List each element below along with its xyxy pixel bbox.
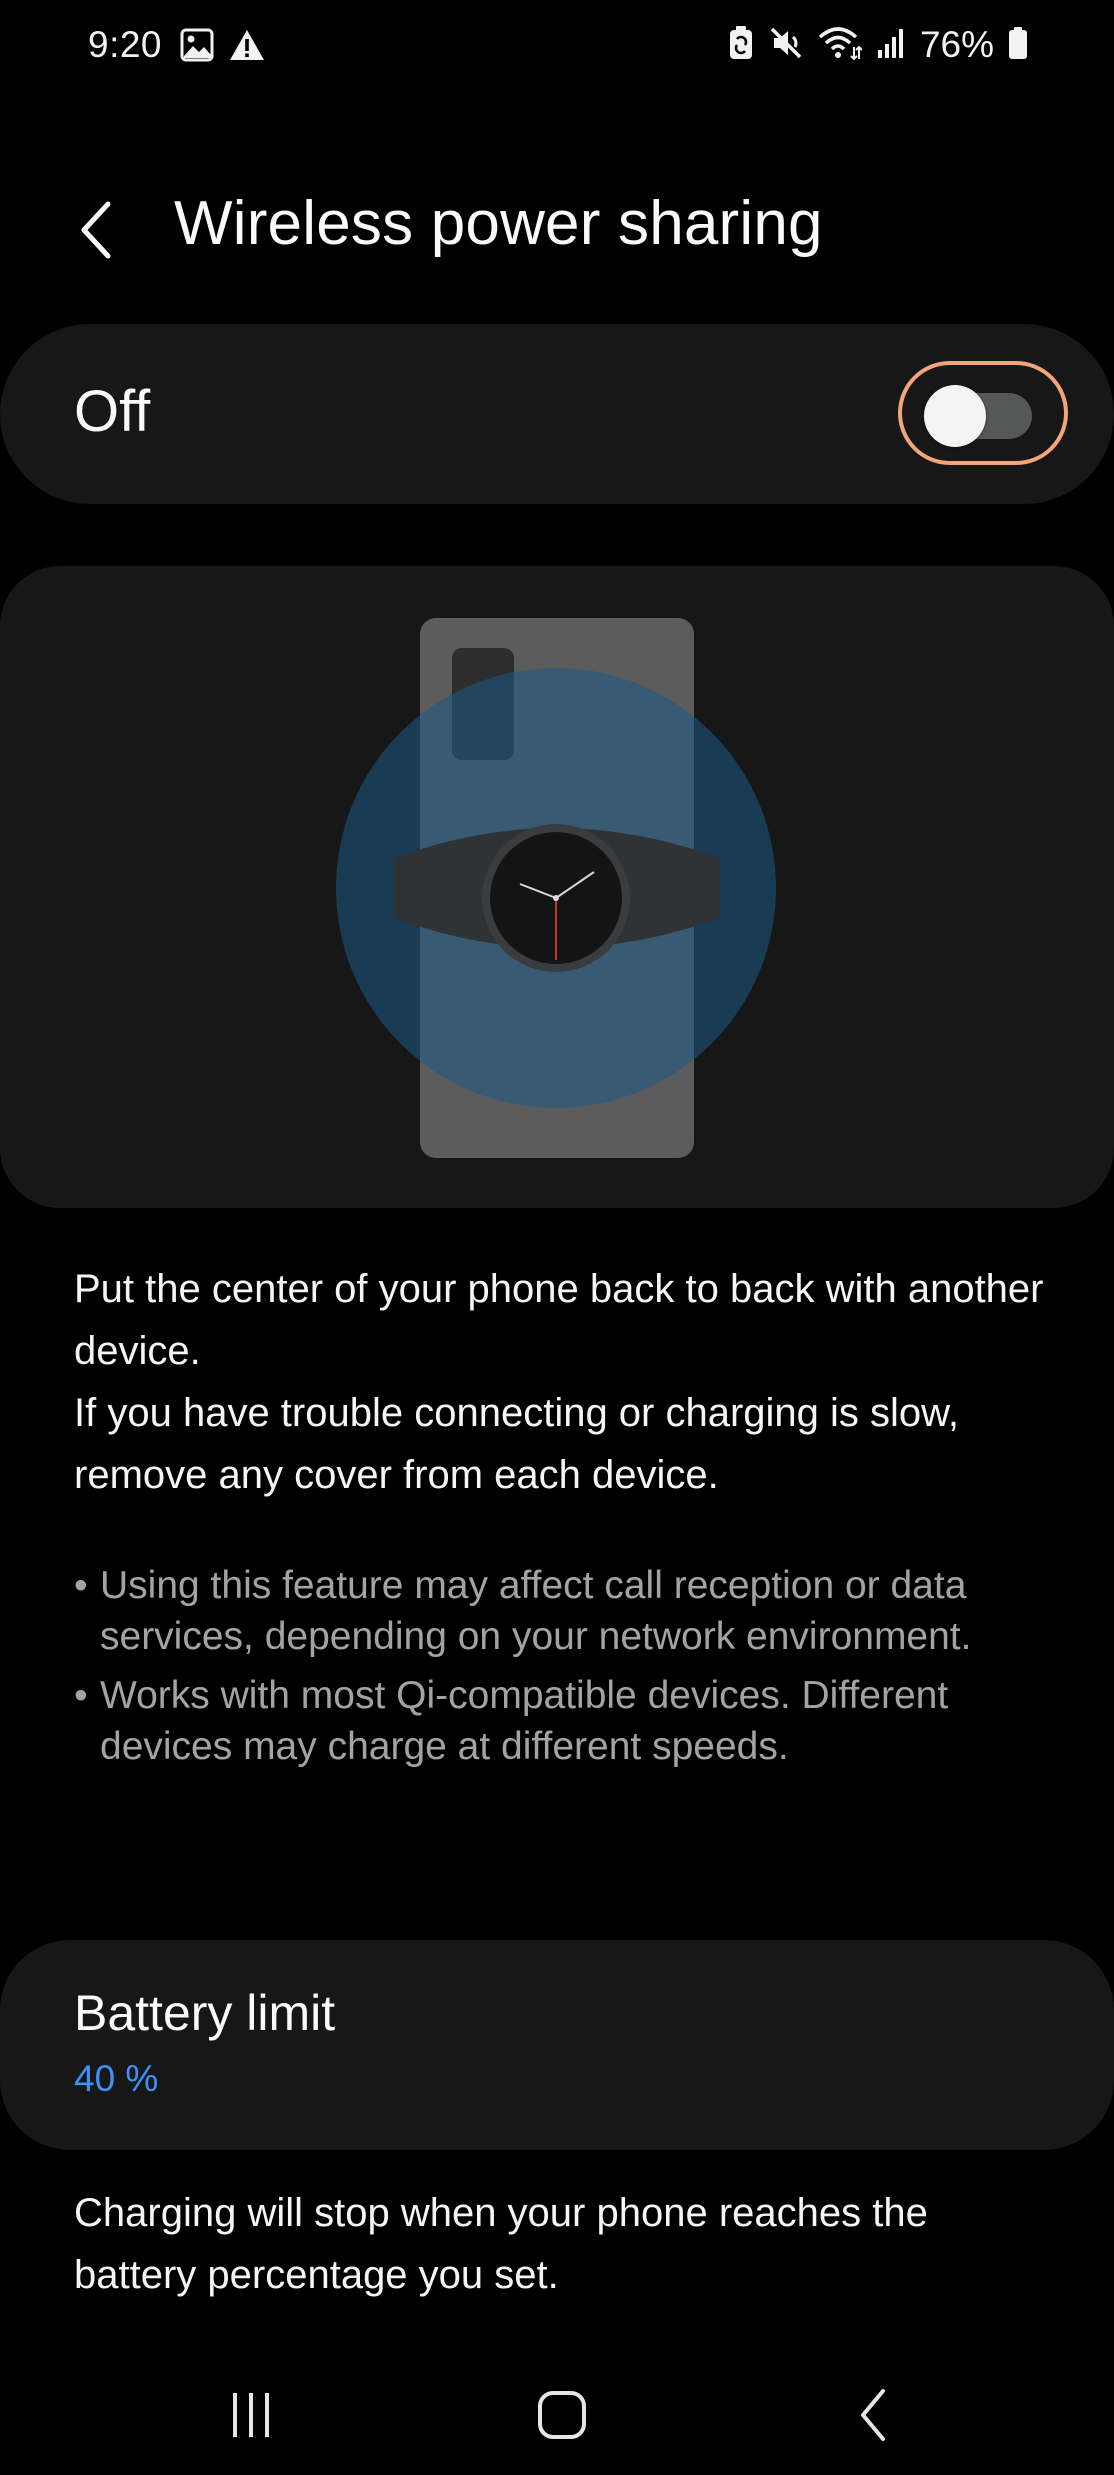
- instructions: Put the center of your phone back to bac…: [74, 1258, 1044, 1506]
- wifi-icon: [818, 25, 863, 66]
- header: Wireless power sharing: [0, 180, 1114, 280]
- status-left-icons: [180, 28, 266, 67]
- recents-button[interactable]: [196, 2370, 306, 2460]
- home-button[interactable]: [507, 2370, 617, 2460]
- chevron-left-icon: [81, 201, 111, 259]
- gallery-icon: [180, 28, 214, 67]
- status-bar: 9:20 76%: [0, 0, 1114, 92]
- instruction-line-2: If you have trouble connecting or chargi…: [74, 1391, 959, 1497]
- note-item: • Using this feature may affect call rec…: [74, 1560, 1014, 1662]
- back-button[interactable]: [64, 194, 128, 266]
- battery-limit-value: 40 %: [74, 2058, 159, 2099]
- note-text: Works with most Qi-compatible devices. D…: [100, 1674, 949, 1768]
- phone-and-watch-illustration: [336, 618, 776, 1158]
- warning-icon: [228, 28, 266, 67]
- notes-list: • Using this feature may affect call rec…: [74, 1560, 1014, 1780]
- toggle-thumb: [924, 385, 986, 447]
- battery-limit-description: Charging will stop when your phone reach…: [74, 2191, 928, 2297]
- navigation-bar: [0, 2360, 1114, 2475]
- page-title: Wireless power sharing: [174, 189, 823, 258]
- master-switch-row[interactable]: Off: [0, 324, 1114, 504]
- battery-limit-setting[interactable]: Battery limit 40 %: [0, 1940, 1114, 2150]
- mute-icon: [768, 25, 804, 66]
- status-time: 9:20: [88, 24, 163, 65]
- instruction-line-1: Put the center of your phone back to bac…: [74, 1267, 1044, 1373]
- note-item: • Works with most Qi-compatible devices.…: [74, 1670, 1014, 1772]
- switch-state-label: Off: [74, 379, 151, 444]
- bullet: •: [74, 1564, 88, 1607]
- battery-percent: 76%: [919, 24, 994, 65]
- battery-icon: [1008, 26, 1028, 65]
- nav-back-button[interactable]: [820, 2370, 930, 2460]
- illustration-card: [0, 566, 1114, 1208]
- recents-icon: [233, 2393, 269, 2437]
- home-icon: [538, 2391, 586, 2439]
- status-right-icons: 76%: [728, 24, 1028, 66]
- note-text: Using this feature may affect call recep…: [100, 1564, 972, 1658]
- back-icon: [861, 2389, 885, 2441]
- power-sharing-toggle[interactable]: [898, 361, 1068, 465]
- battery-share-icon: [728, 25, 754, 66]
- battery-limit-title: Battery limit: [74, 1985, 336, 2041]
- bullet: •: [74, 1674, 88, 1717]
- signal-icon: [876, 26, 906, 65]
